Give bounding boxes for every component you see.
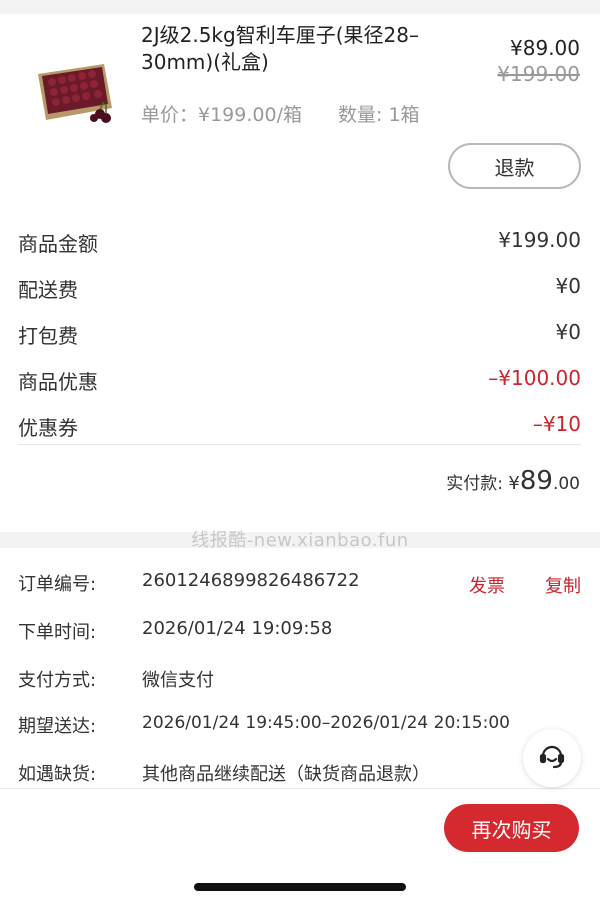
product-unit-price: 单价：¥199.00/箱 [141,104,302,126]
customer-service-button[interactable] [523,729,581,787]
customer-service-icon [536,740,568,776]
paid-integer: 89 [519,466,553,496]
product-image[interactable] [34,46,116,128]
product-title[interactable]: 2J级2.5kg智利车厘子(果径28–30mm)(礼盒) [141,22,441,76]
product-price: ¥89.00 [510,36,580,60]
refund-button[interactable]: 退款 [448,143,581,189]
fee-label: 商品优惠 [18,370,98,394]
fee-label: 配送费 [18,278,78,302]
fee-row-product-discount: 商品优惠 –¥100.00 [18,366,581,396]
info-value: 其他商品继续配送（缺货商品退款） [142,764,430,785]
info-row-expected-delivery: 期望送达: 2026/01/24 19:45:00–2026/01/24 20:… [18,712,581,740]
info-label: 期望送达: [18,716,97,737]
info-row-order-time: 下单时间: 2026/01/24 19:09:58 [18,618,581,646]
fee-label: 商品金额 [18,232,98,256]
buy-again-button[interactable]: 再次购买 [444,804,579,852]
paid-total: 实付款: ¥89.00 [446,466,580,496]
fee-value: ¥0 [555,320,581,344]
fee-row-packing: 打包费 ¥0 [18,320,581,350]
fee-row-coupon: 优惠券 –¥10 [18,412,581,442]
fee-value: ¥199.00 [498,228,581,252]
info-row-payment-method: 支付方式: 微信支付 [18,666,581,694]
copy-link[interactable]: 复制 [545,572,581,598]
product-original-price: ¥199.00 [497,62,580,86]
fee-label: 优惠券 [18,416,78,440]
fee-value: ¥0 [555,274,581,298]
fee-row-goods-amount: 商品金额 ¥199.00 [18,228,581,258]
paid-currency: ¥ [508,473,520,494]
fee-value: –¥10 [532,412,581,436]
product-quantity: 数量: 1箱 [338,104,420,126]
home-indicator [194,883,406,891]
info-row-out-of-stock: 如遇缺货: 其他商品继续配送（缺货商品退款） [18,760,581,788]
paid-label: 实付款: [446,474,509,494]
info-label: 订单编号: [18,574,97,595]
fee-label: 打包费 [18,324,78,348]
fee-row-delivery: 配送费 ¥0 [18,274,581,304]
info-label: 如遇缺货: [18,764,97,785]
divider [18,444,581,445]
info-value: 2026/01/24 19:45:00–2026/01/24 20:15:00 [142,713,510,733]
info-value: 2026/01/24 19:09:58 [142,618,333,639]
info-label: 支付方式: [18,670,97,691]
paid-decimal: .00 [552,474,580,494]
info-value: 2601246899826486722 [142,570,360,591]
info-label: 下单时间: [18,622,97,643]
fee-value: –¥100.00 [488,366,581,390]
info-value: 微信支付 [142,670,214,691]
invoice-link[interactable]: 发票 [469,572,505,598]
